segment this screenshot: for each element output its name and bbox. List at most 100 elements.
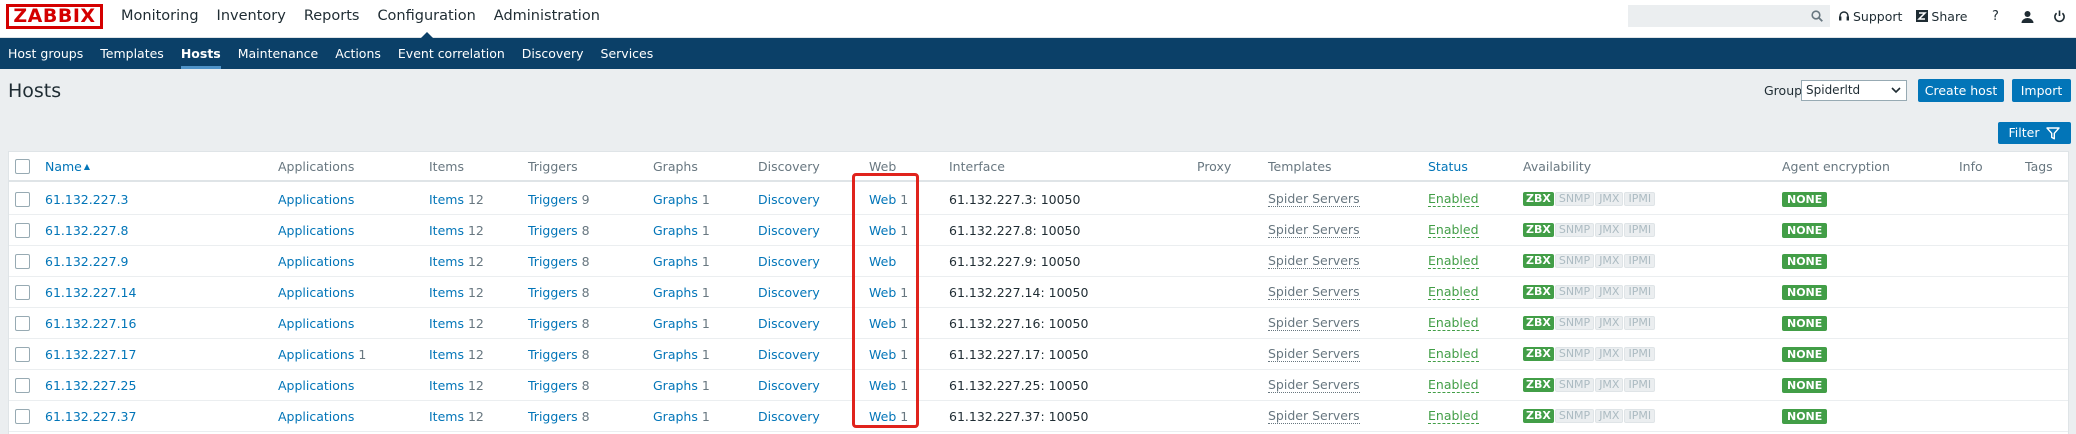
status-toggle[interactable]: Enabled xyxy=(1428,253,1479,269)
group-select[interactable]: Spiderltd xyxy=(1801,80,1907,101)
discovery-link[interactable]: Discovery xyxy=(758,223,820,238)
triggers-link[interactable]: Triggers xyxy=(528,254,578,269)
sign-out-icon[interactable] xyxy=(2046,6,2074,26)
host-name-link[interactable]: 61.132.227.17 xyxy=(45,347,136,362)
discovery-link[interactable]: Discovery xyxy=(758,347,820,362)
sub-menu-hosts[interactable]: Hosts xyxy=(173,38,230,69)
items-link[interactable]: Items xyxy=(429,378,464,393)
items-link[interactable]: Items xyxy=(429,223,464,238)
sub-menu-discovery[interactable]: Discovery xyxy=(514,38,593,69)
host-name-link[interactable]: 61.132.227.37 xyxy=(45,409,136,424)
applications-link[interactable]: Applications xyxy=(278,192,354,207)
sub-menu-services[interactable]: Services xyxy=(593,38,663,69)
web-link[interactable]: Web xyxy=(869,254,896,269)
graphs-link[interactable]: Graphs xyxy=(653,316,698,331)
template-link[interactable]: Spider Servers xyxy=(1268,284,1360,300)
triggers-link[interactable]: Triggers xyxy=(528,347,578,362)
main-menu-monitoring[interactable]: Monitoring xyxy=(112,0,208,38)
discovery-link[interactable]: Discovery xyxy=(758,409,820,424)
row-checkbox[interactable] xyxy=(15,377,30,393)
share-link[interactable]: Share xyxy=(1916,9,1968,24)
zabbix-logo[interactable]: ZABBIX xyxy=(6,4,103,29)
status-toggle[interactable]: Enabled xyxy=(1428,284,1479,300)
template-link[interactable]: Spider Servers xyxy=(1268,315,1360,331)
status-toggle[interactable]: Enabled xyxy=(1428,346,1479,362)
items-link[interactable]: Items xyxy=(429,285,464,300)
applications-link[interactable]: Applications xyxy=(278,285,354,300)
template-link[interactable]: Spider Servers xyxy=(1268,222,1360,238)
applications-link[interactable]: Applications xyxy=(278,316,354,331)
items-link[interactable]: Items xyxy=(429,192,464,207)
host-name-link[interactable]: 61.132.227.14 xyxy=(45,285,136,300)
status-toggle[interactable]: Enabled xyxy=(1428,377,1479,393)
row-checkbox[interactable] xyxy=(15,191,30,207)
graphs-link[interactable]: Graphs xyxy=(653,254,698,269)
discovery-link[interactable]: Discovery xyxy=(758,316,820,331)
row-checkbox[interactable] xyxy=(15,284,30,300)
triggers-link[interactable]: Triggers xyxy=(528,378,578,393)
web-link[interactable]: Web xyxy=(869,285,896,300)
web-link[interactable]: Web xyxy=(869,378,896,393)
template-link[interactable]: Spider Servers xyxy=(1268,191,1360,207)
row-checkbox[interactable] xyxy=(15,315,30,331)
select-all-checkbox[interactable] xyxy=(15,158,30,174)
host-name-link[interactable]: 61.132.227.9 xyxy=(45,254,129,269)
col-status[interactable]: Status xyxy=(1428,152,1468,180)
graphs-link[interactable]: Graphs xyxy=(653,378,698,393)
applications-link[interactable]: Applications xyxy=(278,223,354,238)
items-link[interactable]: Items xyxy=(429,347,464,362)
help-icon[interactable]: ? xyxy=(1982,6,2010,26)
create-host-button[interactable]: Create host xyxy=(1918,79,2004,102)
graphs-link[interactable]: Graphs xyxy=(653,223,698,238)
search-input[interactable] xyxy=(1629,6,1799,26)
graphs-link[interactable]: Graphs xyxy=(653,192,698,207)
status-toggle[interactable]: Enabled xyxy=(1428,408,1479,424)
support-link[interactable]: Support xyxy=(1838,9,1902,24)
host-name-link[interactable]: 61.132.227.8 xyxy=(45,223,129,238)
host-name-link[interactable]: 61.132.227.3 xyxy=(45,192,129,207)
web-link[interactable]: Web xyxy=(869,409,896,424)
items-link[interactable]: Items xyxy=(429,409,464,424)
items-link[interactable]: Items xyxy=(429,254,464,269)
applications-link[interactable]: Applications xyxy=(278,378,354,393)
graphs-link[interactable]: Graphs xyxy=(653,285,698,300)
status-toggle[interactable]: Enabled xyxy=(1428,315,1479,331)
row-checkbox[interactable] xyxy=(15,346,30,362)
row-checkbox[interactable] xyxy=(15,222,30,238)
discovery-link[interactable]: Discovery xyxy=(758,378,820,393)
discovery-link[interactable]: Discovery xyxy=(758,254,820,269)
import-button[interactable]: Import xyxy=(2012,79,2071,102)
sub-menu-maintenance[interactable]: Maintenance xyxy=(230,38,328,69)
template-link[interactable]: Spider Servers xyxy=(1268,253,1360,269)
host-name-link[interactable]: 61.132.227.25 xyxy=(45,378,136,393)
search-icon[interactable] xyxy=(1811,10,1823,22)
discovery-link[interactable]: Discovery xyxy=(758,192,820,207)
row-checkbox[interactable] xyxy=(15,253,30,269)
web-link[interactable]: Web xyxy=(869,192,896,207)
main-menu-reports[interactable]: Reports xyxy=(295,0,369,38)
host-name-link[interactable]: 61.132.227.16 xyxy=(45,316,136,331)
triggers-link[interactable]: Triggers xyxy=(528,316,578,331)
template-link[interactable]: Spider Servers xyxy=(1268,346,1360,362)
items-link[interactable]: Items xyxy=(429,316,464,331)
sub-menu-event-correlation[interactable]: Event correlation xyxy=(390,38,514,69)
col-name[interactable]: Name ▲ xyxy=(45,152,90,180)
discovery-link[interactable]: Discovery xyxy=(758,285,820,300)
graphs-link[interactable]: Graphs xyxy=(653,347,698,362)
row-checkbox[interactable] xyxy=(15,408,30,424)
sub-menu-host-groups[interactable]: Host groups xyxy=(0,38,92,69)
applications-link[interactable]: Applications xyxy=(278,254,354,269)
filter-toggle-button[interactable]: Filter xyxy=(1998,122,2071,144)
user-profile-icon[interactable] xyxy=(2014,6,2042,26)
applications-link[interactable]: Applications xyxy=(278,347,354,362)
triggers-link[interactable]: Triggers xyxy=(528,409,578,424)
template-link[interactable]: Spider Servers xyxy=(1268,377,1360,393)
sub-menu-templates[interactable]: Templates xyxy=(92,38,173,69)
web-link[interactable]: Web xyxy=(869,316,896,331)
status-toggle[interactable]: Enabled xyxy=(1428,191,1479,207)
sub-menu-actions[interactable]: Actions xyxy=(327,38,390,69)
template-link[interactable]: Spider Servers xyxy=(1268,408,1360,424)
status-toggle[interactable]: Enabled xyxy=(1428,222,1479,238)
main-menu-inventory[interactable]: Inventory xyxy=(208,0,295,38)
triggers-link[interactable]: Triggers xyxy=(528,223,578,238)
